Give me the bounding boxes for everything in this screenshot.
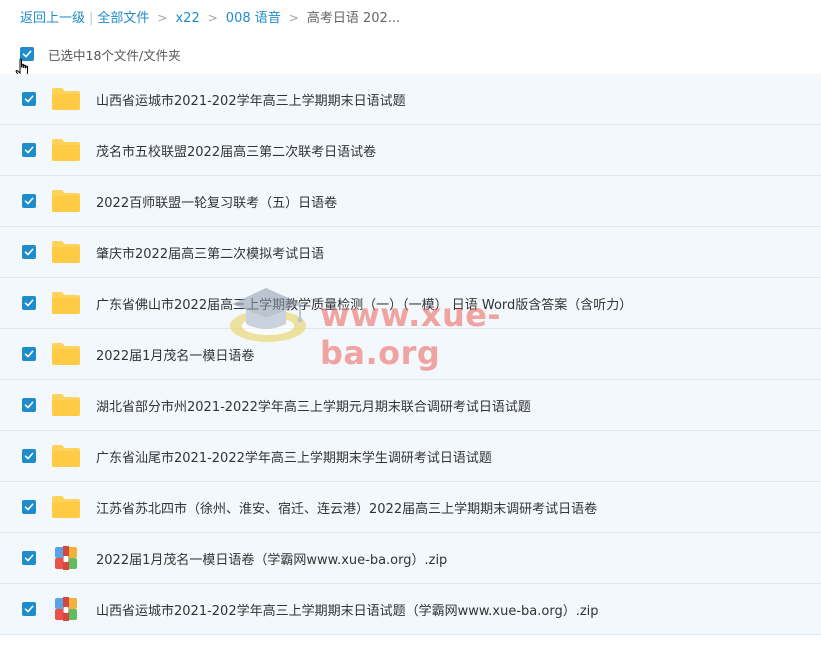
check-icon: [24, 248, 34, 256]
list-item[interactable]: 山西省运城市2021-202学年高三上学期期末日语试题: [0, 74, 821, 125]
breadcrumb-item-voice[interactable]: 008 语音: [226, 11, 281, 26]
folder-icon: [51, 239, 81, 265]
item-checkbox[interactable]: [22, 245, 36, 259]
item-checkbox[interactable]: [22, 143, 36, 157]
all-files-link[interactable]: 全部文件: [97, 11, 149, 26]
check-icon: [24, 95, 34, 103]
item-checkbox[interactable]: [22, 449, 36, 463]
check-icon: [24, 146, 34, 154]
zip-archive-icon: [51, 596, 81, 622]
list-item[interactable]: 肇庆市2022届高三第二次模拟考试日语: [0, 227, 821, 278]
file-name[interactable]: 山西省运城市2021-202学年高三上学期期末日语试题: [96, 90, 406, 109]
breadcrumb-separator-icon: >: [207, 11, 218, 25]
file-name[interactable]: 湖北省部分市州2021-2022学年高三上学期元月期末联合调研考试日语试题: [96, 396, 531, 415]
folder-icon: [51, 137, 81, 163]
list-item[interactable]: 2022百师联盟一轮复习联考（五）日语卷: [0, 176, 821, 227]
item-checkbox[interactable]: [22, 602, 36, 616]
file-name[interactable]: 江苏省苏北四市（徐州、淮安、宿迁、连云港）2022届高三上学期期末调研考试日语卷: [96, 498, 597, 517]
folder-icon: [51, 443, 81, 469]
breadcrumb: 返回上一级 | 全部文件 > x22 >008 语音 > 高考日语 202...: [20, 9, 400, 27]
list-item[interactable]: 广东省汕尾市2021-2022学年高三上学期期末学生调研考试日语试题: [0, 431, 821, 482]
folder-icon: [51, 188, 81, 214]
list-item[interactable]: 广东省佛山市2022届高三上学期教学质量检测（一）（一模） 日语 Word版含答…: [0, 278, 821, 329]
back-link[interactable]: 返回上一级: [20, 11, 85, 26]
list-item[interactable]: 江苏省苏北四市（徐州、淮安、宿迁、连云港）2022届高三上学期期末调研考试日语卷: [0, 482, 821, 533]
file-name[interactable]: 茂名市五校联盟2022届高三第二次联考日语试卷: [96, 141, 376, 160]
zip-archive-icon: [51, 545, 81, 571]
list-item[interactable]: 2022届1月茂名一模日语卷（学霸网www.xue-ba.org）.zip: [0, 533, 821, 584]
file-name[interactable]: 2022届1月茂名一模日语卷（学霸网www.xue-ba.org）.zip: [96, 549, 447, 568]
check-icon: [24, 503, 34, 511]
item-checkbox[interactable]: [22, 92, 36, 106]
folder-icon: [51, 494, 81, 520]
check-icon: [24, 350, 34, 358]
item-checkbox[interactable]: [22, 551, 36, 565]
check-icon: [24, 554, 34, 562]
folder-icon: [51, 86, 81, 112]
file-list: 山西省运城市2021-202学年高三上学期期末日语试题 茂名市五校联盟2022届…: [0, 74, 821, 635]
file-name[interactable]: 肇庆市2022届高三第二次模拟考试日语: [96, 243, 324, 262]
select-all-bar: 已选中18个文件/文件夹: [20, 43, 181, 65]
file-name[interactable]: 山西省运城市2021-202学年高三上学期期末日语试题（学霸网www.xue-b…: [96, 600, 599, 619]
list-item[interactable]: 茂名市五校联盟2022届高三第二次联考日语试卷: [0, 125, 821, 176]
folder-icon: [51, 392, 81, 418]
folder-icon: [51, 290, 81, 316]
file-name[interactable]: 2022百师联盟一轮复习联考（五）日语卷: [96, 192, 337, 211]
item-checkbox[interactable]: [22, 194, 36, 208]
item-checkbox[interactable]: [22, 347, 36, 361]
selection-count-label: 已选中18个文件/文件夹: [48, 47, 181, 63]
check-icon: [24, 299, 34, 307]
file-name[interactable]: 广东省汕尾市2021-2022学年高三上学期期末学生调研考试日语试题: [96, 447, 492, 466]
folder-icon: [51, 341, 81, 367]
list-item[interactable]: 山西省运城市2021-202学年高三上学期期末日语试题（学霸网www.xue-b…: [0, 584, 821, 635]
breadcrumb-separator-icon: >: [288, 11, 299, 25]
check-icon: [24, 452, 34, 460]
list-item[interactable]: 湖北省部分市州2021-2022学年高三上学期元月期末联合调研考试日语试题: [0, 380, 821, 431]
item-checkbox[interactable]: [22, 296, 36, 310]
breadcrumb-item-x22[interactable]: x22: [175, 11, 199, 26]
list-item[interactable]: 2022届1月茂名一模日语卷: [0, 329, 821, 380]
breadcrumb-divider: |: [89, 11, 94, 26]
check-icon: [24, 197, 34, 205]
breadcrumb-current: 高考日语 202...: [306, 11, 401, 26]
file-name[interactable]: 广东省佛山市2022届高三上学期教学质量检测（一）（一模） 日语 Word版含答…: [96, 294, 632, 313]
breadcrumb-separator-icon: >: [157, 11, 168, 25]
item-checkbox[interactable]: [22, 500, 36, 514]
check-icon: [24, 605, 34, 613]
check-icon: [24, 401, 34, 409]
item-checkbox[interactable]: [22, 398, 36, 412]
file-name[interactable]: 2022届1月茂名一模日语卷: [96, 345, 254, 364]
